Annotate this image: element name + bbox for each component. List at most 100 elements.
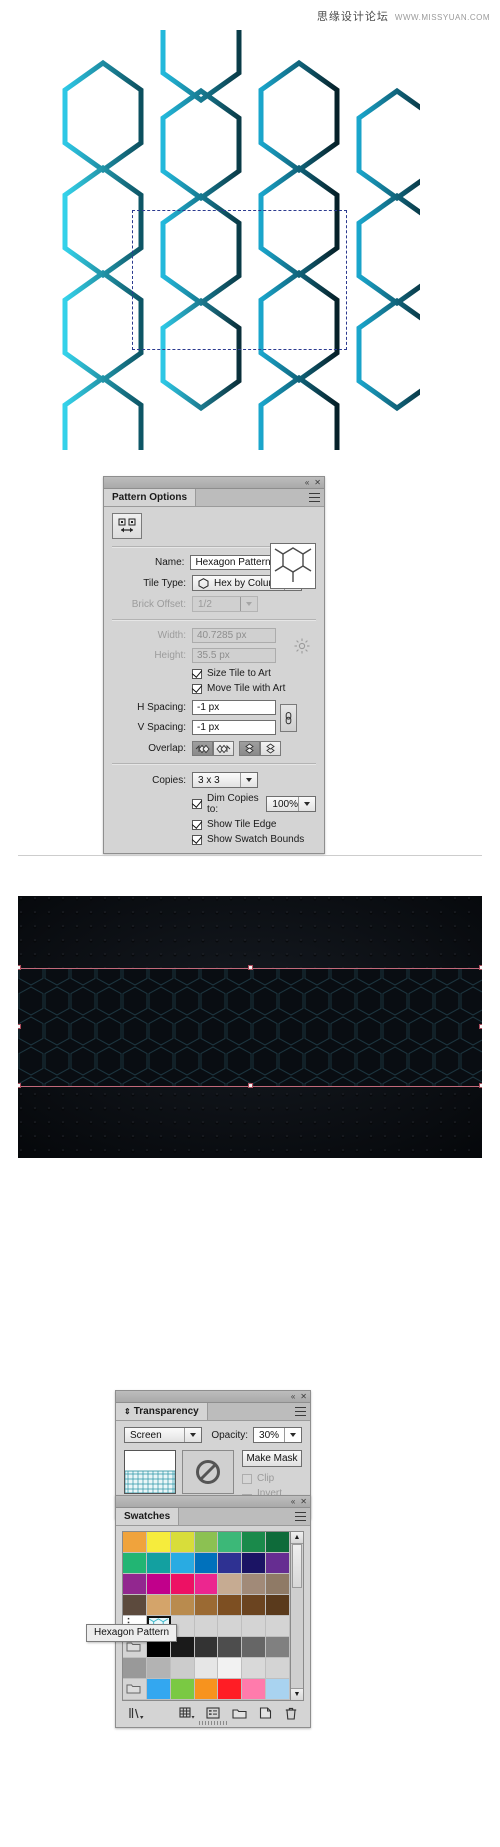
swatch-cell[interactable]: [266, 1553, 290, 1574]
anchor-point[interactable]: [248, 965, 253, 970]
pattern-tile-tool-button[interactable]: [112, 513, 142, 539]
v-spacing-input[interactable]: -1 px: [192, 720, 276, 735]
swatch-cell[interactable]: [194, 1574, 219, 1595]
swatch-cell[interactable]: [242, 1574, 267, 1595]
anchor-point[interactable]: [18, 1024, 21, 1029]
panel-menu-icon[interactable]: [295, 1407, 306, 1416]
h-spacing-input[interactable]: -1 px: [192, 700, 276, 715]
swatch-cell[interactable]: [218, 1658, 243, 1679]
swatch-cell[interactable]: [194, 1553, 219, 1574]
collapse-icon[interactable]: «: [291, 1392, 295, 1401]
swatch-cell[interactable]: [146, 1595, 171, 1616]
dim-copies-select[interactable]: 100%: [266, 796, 316, 812]
spacing-link-button[interactable]: [280, 703, 297, 732]
swatch-cell[interactable]: [266, 1679, 290, 1700]
swatch-cell[interactable]: [170, 1532, 195, 1553]
close-icon[interactable]: ✕: [314, 478, 321, 487]
panel-menu-icon[interactable]: [309, 493, 320, 502]
swatch-cell[interactable]: [170, 1553, 195, 1574]
swatch-cell[interactable]: [194, 1532, 219, 1553]
copies-select[interactable]: 3 x 3: [192, 772, 258, 788]
swatch-cell[interactable]: [170, 1658, 195, 1679]
dim-copies-checkbox[interactable]: [192, 799, 202, 809]
scroll-up-icon[interactable]: ▲: [291, 1532, 303, 1544]
new-swatch-icon[interactable]: [252, 1707, 278, 1719]
close-icon[interactable]: ✕: [300, 1497, 307, 1506]
collapse-icon[interactable]: «: [291, 1497, 295, 1506]
swatch-cell[interactable]: [218, 1595, 243, 1616]
size-tile-to-art-checkbox[interactable]: [192, 668, 202, 679]
dark-hexagon-banner[interactable]: [18, 896, 482, 1158]
show-swatch-bounds-checkbox[interactable]: [192, 834, 202, 845]
swatch-cell[interactable]: [242, 1679, 267, 1700]
panel-resize-grip[interactable]: [199, 1721, 227, 1725]
swatch-cell[interactable]: [218, 1616, 243, 1637]
swatch-libraries-icon[interactable]: [122, 1707, 152, 1720]
swatch-cell[interactable]: [123, 1574, 147, 1595]
swatch-cell[interactable]: [146, 1532, 171, 1553]
dim-copies-row[interactable]: Dim Copies to: 100%: [192, 793, 316, 815]
swatch-cell[interactable]: [123, 1658, 147, 1679]
swatch-cell[interactable]: [146, 1574, 171, 1595]
swatch-options-icon[interactable]: [200, 1707, 226, 1719]
swatch-cell[interactable]: [123, 1532, 147, 1553]
scrollbar-thumb[interactable]: [292, 1544, 302, 1588]
swatch-cell[interactable]: [218, 1553, 243, 1574]
hexagon-artwork[interactable]: [20, 30, 420, 450]
mask-thumbnail[interactable]: [182, 1450, 234, 1494]
close-icon[interactable]: ✕: [300, 1392, 307, 1401]
tab-pattern-options[interactable]: Pattern Options: [104, 489, 197, 506]
anchor-point[interactable]: [18, 1083, 21, 1088]
swatch-cell[interactable]: [266, 1574, 290, 1595]
swatch-cell[interactable]: [146, 1658, 171, 1679]
overlap-right-in-front-button[interactable]: [192, 741, 213, 756]
swatch-cell[interactable]: [146, 1679, 171, 1700]
swatch-folder[interactable]: [123, 1679, 147, 1700]
tab-transparency[interactable]: ⇕ Transparency: [116, 1403, 208, 1420]
collapse-icon[interactable]: «: [305, 478, 309, 487]
show-tile-edge-row[interactable]: Show Tile Edge: [192, 819, 316, 830]
show-swatch-bounds-row[interactable]: Show Swatch Bounds: [192, 834, 316, 845]
swatch-cell[interactable]: [218, 1679, 243, 1700]
swatch-cell[interactable]: [266, 1595, 290, 1616]
swatch-cell[interactable]: [242, 1616, 267, 1637]
swatch-cell[interactable]: [266, 1658, 290, 1679]
swatch-cell[interactable]: [218, 1574, 243, 1595]
swatch-cell[interactable]: [123, 1595, 147, 1616]
swatch-cell[interactable]: [242, 1637, 267, 1658]
swatch-cell[interactable]: [123, 1553, 147, 1574]
show-swatch-kinds-icon[interactable]: [174, 1706, 200, 1720]
panel-menu-icon[interactable]: [295, 1512, 306, 1521]
anchor-point[interactable]: [479, 1024, 482, 1029]
tab-swatches[interactable]: Swatches: [116, 1508, 180, 1525]
swatch-grid[interactable]: [122, 1531, 291, 1701]
swatch-cell[interactable]: [170, 1679, 195, 1700]
swatch-scrollbar[interactable]: ▲ ▼: [291, 1531, 304, 1701]
anchor-point[interactable]: [479, 965, 482, 970]
swatch-cell[interactable]: [266, 1532, 290, 1553]
swatch-cell[interactable]: [242, 1553, 267, 1574]
object-thumbnail[interactable]: [124, 1450, 176, 1494]
swatch-cell[interactable]: [146, 1553, 171, 1574]
swatch-cell[interactable]: [194, 1679, 219, 1700]
overlap-left-in-front-button[interactable]: [213, 741, 234, 756]
size-tile-to-art-row[interactable]: Size Tile to Art: [192, 668, 316, 679]
swatch-cell[interactable]: [194, 1658, 219, 1679]
swatch-cell[interactable]: [218, 1637, 243, 1658]
pattern-tile-selection-rect[interactable]: [132, 210, 347, 350]
swatch-cell[interactable]: [170, 1595, 195, 1616]
swatch-cell[interactable]: [242, 1595, 267, 1616]
anchor-point[interactable]: [479, 1083, 482, 1088]
blend-mode-select[interactable]: Screen: [124, 1427, 203, 1443]
swatch-cell[interactable]: [194, 1595, 219, 1616]
move-tile-with-art-checkbox[interactable]: [192, 683, 202, 694]
swatch-cell[interactable]: [218, 1532, 243, 1553]
overlap-top-in-front-button[interactable]: [260, 741, 281, 756]
overlap-bottom-in-front-button[interactable]: [239, 741, 260, 756]
scroll-down-icon[interactable]: ▼: [291, 1688, 303, 1700]
swatch-cell[interactable]: [194, 1616, 219, 1637]
make-mask-button[interactable]: Make Mask: [242, 1450, 302, 1467]
new-color-group-icon[interactable]: [226, 1707, 252, 1719]
anchor-point[interactable]: [18, 965, 21, 970]
swatch-cell[interactable]: [266, 1616, 290, 1637]
